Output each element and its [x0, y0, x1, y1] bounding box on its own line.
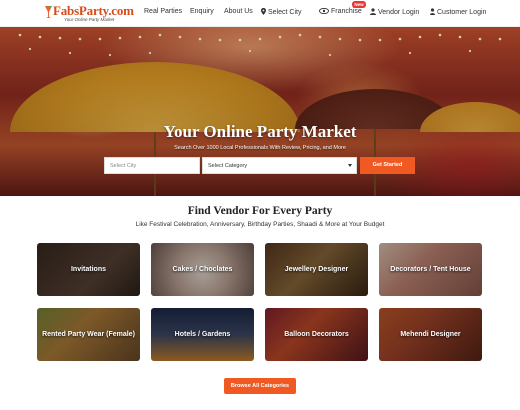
category-card-label: Rented Party Wear (Female)	[42, 331, 135, 338]
nav-select-city-label: Select City	[268, 9, 302, 16]
city-select[interactable]: Select City	[104, 157, 200, 174]
logo-tagline: Your Online Party Market	[64, 17, 115, 22]
new-badge: New	[352, 1, 366, 8]
category-card-label: Hotels / Gardens	[174, 331, 231, 338]
category-card-label: Invitations	[70, 266, 106, 273]
hero-banner: Your Online Party Market Search Over 100…	[0, 27, 520, 196]
category-select[interactable]: Select Category	[202, 157, 357, 174]
user-icon	[430, 8, 435, 15]
map-pin-icon	[261, 8, 266, 15]
category-card-invitations[interactable]: Invitations	[37, 243, 140, 296]
nav-select-city[interactable]: Select City	[261, 8, 301, 16]
category-card-label: Mehendi Designer	[400, 331, 461, 338]
category-card-hotels[interactable]: Hotels / Gardens	[151, 308, 254, 361]
nav-real-parties[interactable]: Real Parties	[144, 8, 182, 15]
nav-vendor-login[interactable]: Vendor Login	[370, 8, 419, 16]
category-card-label: Decorators / Tent House	[390, 266, 471, 273]
category-card-mehendi[interactable]: Mehendi Designer	[379, 308, 482, 361]
nav-customer-login[interactable]: Customer Login	[430, 8, 486, 16]
vendor-icon	[370, 8, 376, 15]
category-card-jewellery[interactable]: Jewellery Designer	[265, 243, 368, 296]
site-header: FabsParty.com Your Online Party Market R…	[0, 0, 520, 27]
section-title: Find Vendor For Every Party	[187, 205, 333, 217]
nav-about-us[interactable]: About Us	[224, 8, 253, 15]
category-card-label: Jewellery Designer	[284, 266, 349, 273]
category-card-label: Cakes / Choclates	[172, 266, 233, 273]
category-card-party-wear[interactable]: Rented Party Wear (Female)	[37, 308, 140, 361]
nav-customer-login-label: Customer Login	[437, 9, 487, 16]
nav-franchise-label: Franchise	[331, 8, 362, 15]
get-started-button[interactable]: Get Started	[360, 157, 415, 174]
category-select-label: Select Category	[208, 163, 248, 169]
category-card-decorators[interactable]: Decorators / Tent House	[379, 243, 482, 296]
category-card-label: Balloon Decorators	[284, 331, 349, 338]
site-logo[interactable]: FabsParty.com Your Online Party Market	[44, 3, 134, 25]
eye-icon	[319, 8, 329, 14]
category-card-balloon[interactable]: Balloon Decorators	[265, 308, 368, 361]
nav-enquiry[interactable]: Enquiry	[190, 8, 214, 15]
nav-vendor-login-label: Vendor Login	[378, 9, 420, 16]
browse-all-categories-button[interactable]: Browse All Categories	[224, 378, 296, 394]
hero-subtitle: Search Over 1000 Local Professionals Wit…	[174, 145, 346, 151]
hero-title: Your Online Party Market	[163, 122, 357, 141]
nav-franchise[interactable]: Franchise	[319, 8, 362, 15]
section-subtitle: Like Festival Celebration, Anniversary, …	[135, 221, 385, 228]
party-glass-icon	[45, 5, 52, 18]
chevron-down-icon	[348, 164, 352, 167]
category-card-cakes[interactable]: Cakes / Choclates	[151, 243, 254, 296]
